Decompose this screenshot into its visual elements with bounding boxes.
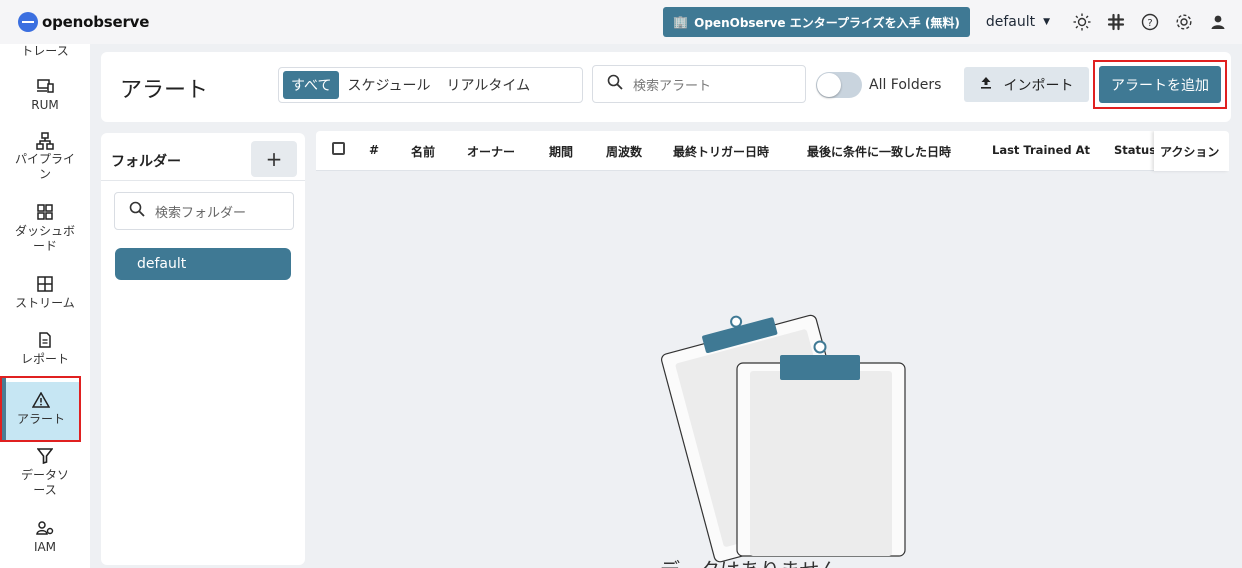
sidebar-item-label: RUM (31, 98, 59, 112)
alerts-table: # 名前 オーナー 期間 周波数 最終トリガー日時 最後に条件に一致した日時 L… (316, 131, 1229, 566)
search-folders-input[interactable]: 検索フォルダー (114, 192, 294, 230)
import-button[interactable]: インポート (964, 67, 1089, 102)
help-icon[interactable]: ? (1140, 12, 1160, 32)
sidebar-item-label: パイプライン (15, 152, 76, 181)
org-selector[interactable]: default ▼ (986, 14, 1050, 30)
tab-scheduled[interactable]: スケジュール (339, 71, 438, 99)
top-header: openobserve 🏢 OpenObserve エンタープライズを入手 (無… (0, 0, 1242, 44)
pipeline-icon (36, 132, 54, 152)
select-all-checkbox[interactable] (332, 142, 345, 155)
page-title: アラート (120, 78, 209, 103)
sidebar-item-rum[interactable]: RUM (0, 78, 90, 113)
org-name: default (985, 14, 1036, 30)
report-icon (37, 332, 53, 352)
logo-text: openobserve (42, 13, 150, 31)
settings-icon[interactable] (1174, 12, 1194, 32)
enterprise-icon: 🏢 (673, 15, 689, 29)
iam-icon (36, 520, 54, 540)
column-header-last-trained[interactable]: Last Trained At (992, 143, 1090, 157)
sidebar-item-label: アラート (16, 412, 65, 426)
sidebar-item-label: トレース (21, 44, 69, 58)
sidebar-item-traces[interactable]: トレース (0, 44, 90, 59)
column-header-name[interactable]: 名前 (411, 143, 435, 160)
table-header: # 名前 オーナー 期間 周波数 最終トリガー日時 最後に条件に一致した日時 L… (316, 131, 1229, 171)
alert-icon (31, 391, 51, 412)
add-alert-button[interactable]: アラートを追加 (1099, 66, 1221, 103)
folder-panel-header: フォルダー + (101, 133, 305, 181)
empty-clipboard-illustration (661, 314, 906, 563)
stream-icon (37, 276, 53, 296)
column-header-last-triggered[interactable]: 最終トリガー日時 (673, 143, 769, 160)
folder-panel-title: フォルダー (111, 154, 181, 170)
search-alerts-input[interactable]: 検索アラート (592, 65, 806, 103)
sidebar-item-streams[interactable]: ストリーム (0, 276, 90, 311)
column-header-number: # (369, 143, 380, 157)
sidebar-item-label: データソース (20, 468, 69, 497)
empty-state-text: データはありません (660, 554, 839, 568)
import-label: インポート (1003, 77, 1074, 94)
column-header-status[interactable]: Status (1114, 143, 1156, 157)
filter-icon (36, 448, 54, 468)
svg-text:?: ? (1147, 18, 1152, 29)
add-folder-button[interactable]: + (251, 141, 297, 177)
sidebar: トレース RUM パイプライン ダッシュボード ストリーム レポート アラート … (0, 44, 90, 568)
actions-column-header: アクション (1154, 131, 1229, 171)
logo-icon (18, 12, 38, 32)
upload-icon (980, 76, 992, 93)
sidebar-item-reports[interactable]: レポート (0, 332, 90, 367)
sidebar-item-datasources[interactable]: データソース (0, 448, 90, 498)
sidebar-item-label: ストリーム (15, 296, 75, 310)
get-enterprise-button[interactable]: 🏢 OpenObserve エンタープライズを入手 (無料) (663, 7, 970, 37)
search-icon (607, 74, 623, 94)
column-header-owner[interactable]: オーナー (467, 143, 515, 160)
column-header-last-satisfied[interactable]: 最後に条件に一致した日時 (807, 143, 951, 160)
folder-search-placeholder: 検索フォルダー (155, 205, 247, 221)
user-icon[interactable] (1208, 12, 1228, 32)
alert-type-tabs: すべて スケジュール リアルタイム (278, 67, 583, 103)
slack-icon[interactable] (1106, 12, 1126, 32)
search-placeholder: 検索アラート (633, 78, 712, 94)
sidebar-item-iam[interactable]: IAM (0, 520, 90, 555)
column-header-frequency[interactable]: 周波数 (606, 143, 642, 160)
column-header-actions: アクション (1160, 145, 1220, 159)
dashboard-icon (37, 204, 53, 224)
sidebar-item-dashboards[interactable]: ダッシュボード (0, 204, 90, 254)
enterprise-label: OpenObserve エンタープライズを入手 (無料) (694, 15, 960, 30)
theme-icon[interactable] (1072, 12, 1092, 32)
column-header-period[interactable]: 期間 (549, 143, 573, 160)
sidebar-item-label: ダッシュボード (15, 224, 76, 253)
tab-realtime[interactable]: リアルタイム (439, 71, 539, 99)
sidebar-item-label: レポート (20, 352, 69, 366)
chevron-down-icon: ▼ (1043, 17, 1050, 27)
rum-icon (36, 78, 54, 98)
active-indicator (2, 378, 6, 440)
tab-all[interactable]: すべて (283, 71, 340, 99)
sidebar-item-label: IAM (33, 540, 57, 554)
sidebar-item-pipelines[interactable]: パイプライン (0, 132, 90, 182)
logo[interactable]: openobserve (18, 12, 149, 32)
folder-panel: フォルダー + 検索フォルダー default (101, 133, 305, 565)
search-icon (129, 201, 145, 221)
sidebar-item-alerts[interactable]: アラート (2, 382, 80, 440)
folder-item-default[interactable]: default (115, 248, 291, 280)
all-folders-toggle[interactable] (816, 72, 862, 98)
all-folders-label: All Folders (869, 77, 942, 93)
